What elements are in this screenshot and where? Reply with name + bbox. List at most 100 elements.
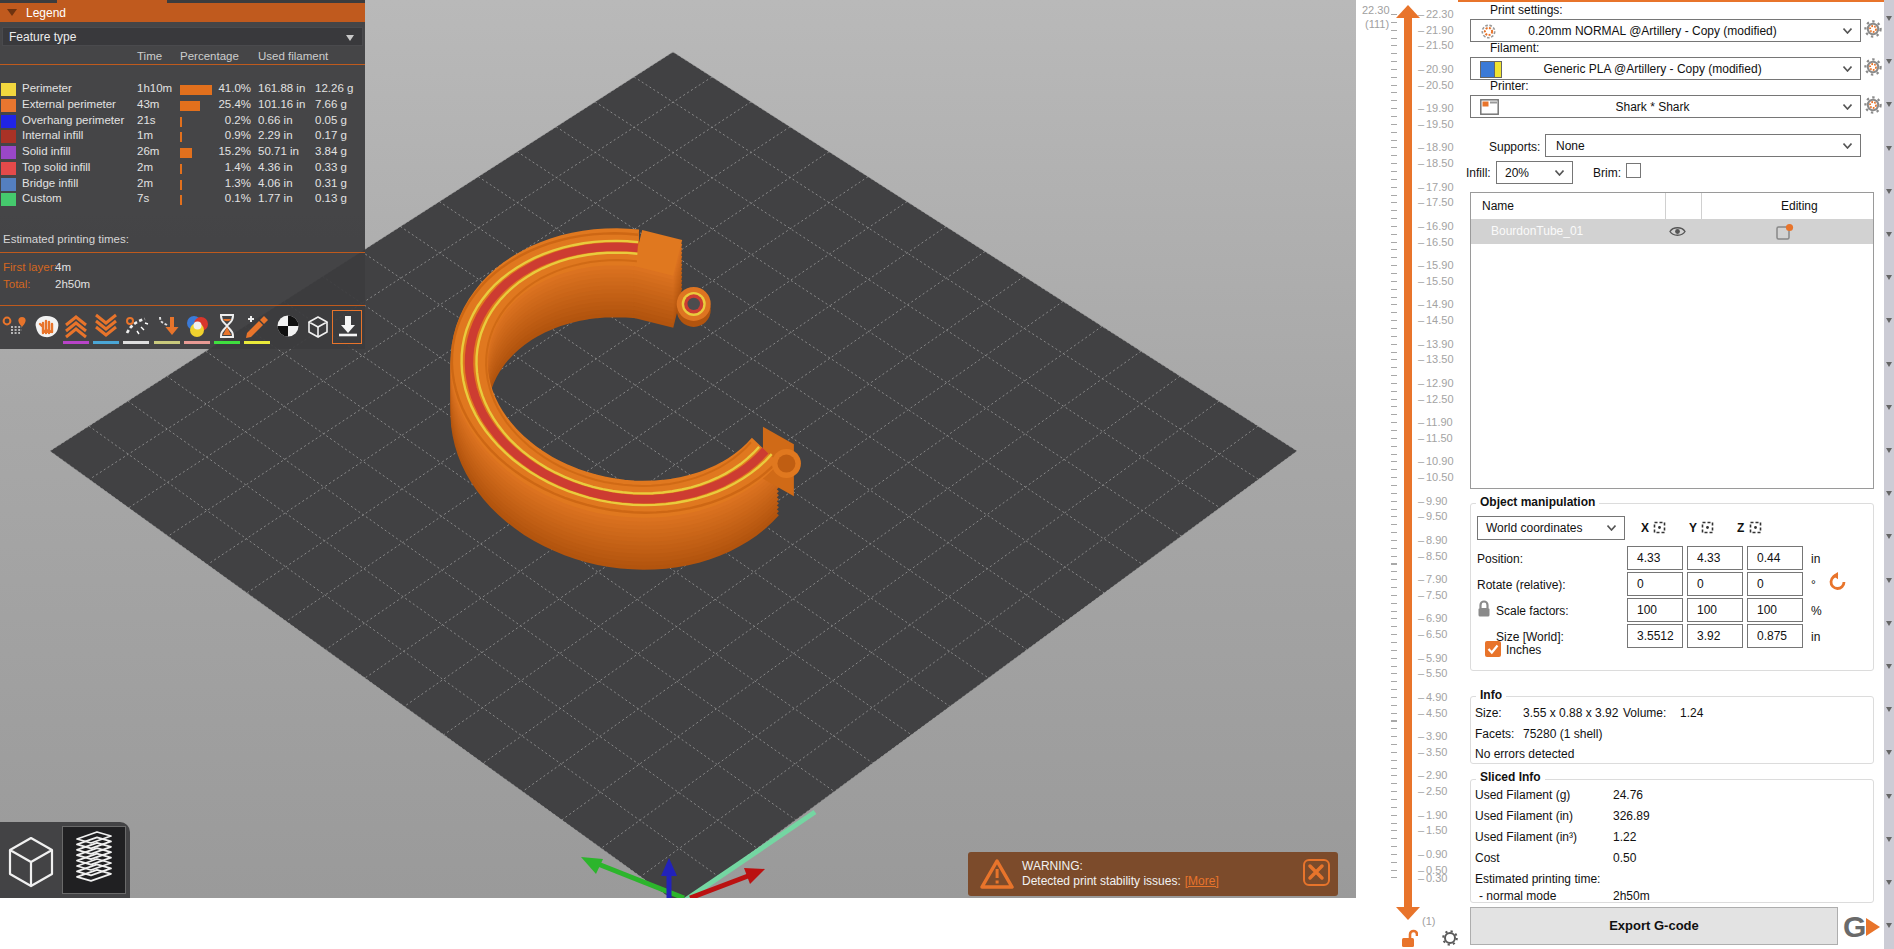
- right-scroll-strip[interactable]: [1884, 0, 1894, 949]
- warning-toast: WARNING: Detected print stability issues…: [968, 852, 1338, 896]
- custom-gcode-icon[interactable]: [244, 313, 270, 339]
- axis-z-icon[interactable]: [1749, 521, 1762, 534]
- print-head-icon[interactable]: [335, 313, 361, 339]
- warning-title: WARNING:: [1022, 859, 1083, 873]
- 3d-viewport[interactable]: WARNING: Detected print stability issues…: [0, 0, 1356, 898]
- filament-gear-icon[interactable]: [1864, 58, 1882, 76]
- supports-label: Supports:: [1489, 140, 1540, 154]
- deretractions-underline: [154, 341, 180, 344]
- scale-lock-icon[interactable]: [1477, 600, 1491, 618]
- manip-row-label: Position:: [1477, 552, 1523, 566]
- layer-slider-bar[interactable]: [1404, 14, 1412, 907]
- print-settings-gear-icon[interactable]: [1864, 20, 1882, 38]
- axis-x-icon[interactable]: [1653, 521, 1666, 534]
- layer-tick-label: –9.90: [1418, 495, 1447, 507]
- feature-percent: 0.2%: [207, 114, 251, 126]
- axis-y-header: Y: [1689, 521, 1697, 535]
- seams-up-icon[interactable]: [63, 313, 89, 339]
- feature-name: Internal infill: [22, 129, 83, 141]
- object-row[interactable]: BourdonTube_01: [1471, 219, 1873, 244]
- view-layers-button[interactable]: [62, 826, 126, 894]
- layer-tick-label: –20.50: [1418, 79, 1454, 91]
- manip-z-field[interactable]: 0.44: [1747, 546, 1803, 570]
- layer-tick-label: –1.90: [1418, 809, 1447, 821]
- manip-x-field[interactable]: 3.5512: [1627, 624, 1683, 648]
- strip-arrow-icon: [1886, 837, 1892, 842]
- manip-y-field[interactable]: 4.33: [1687, 546, 1743, 570]
- printer-dropdown[interactable]: Shark * Shark: [1470, 95, 1861, 118]
- col-name: Name: [1482, 199, 1514, 213]
- layer-tick-label: –4.50: [1418, 707, 1447, 719]
- manip-x-field[interactable]: 4.33: [1627, 546, 1683, 570]
- slider-gear-icon[interactable]: [1442, 930, 1458, 946]
- layer-tick-label: –20.90: [1418, 63, 1454, 75]
- legend-row: Bridge infill2m1.3%4.06 in0.31 g: [0, 177, 365, 192]
- errors-value: No errors detected: [1475, 747, 1574, 761]
- legend-title-bar[interactable]: Legend: [0, 3, 365, 22]
- manip-unit: in: [1811, 630, 1820, 644]
- deretractions-icon[interactable]: [154, 313, 180, 339]
- brim-checkbox[interactable]: [1626, 163, 1641, 178]
- cube-view-icon[interactable]: [305, 313, 331, 339]
- layer-tick-label: –21.90: [1418, 24, 1454, 36]
- custom-gcode-underline: [244, 341, 270, 344]
- coordinates-dropdown[interactable]: World coordinates: [1477, 516, 1625, 540]
- manip-z-field[interactable]: 100: [1747, 598, 1803, 622]
- feature-filament-in: 50.71 in: [258, 145, 299, 157]
- manip-y-field[interactable]: 100: [1687, 598, 1743, 622]
- reset-rotation-icon[interactable]: [1828, 572, 1848, 592]
- seams-down-icon[interactable]: [93, 313, 119, 339]
- supports-dropdown[interactable]: None: [1545, 134, 1861, 157]
- sliced-value: 0.50: [1613, 851, 1636, 865]
- feature-percent-bar: [180, 195, 182, 205]
- filament-dropdown[interactable]: Generic PLA @Artillery - Copy (modified): [1470, 57, 1861, 80]
- close-icon[interactable]: [1303, 859, 1330, 886]
- axis-z-header: Z: [1737, 521, 1744, 535]
- strip-arrow-icon: [1886, 664, 1892, 669]
- wipe-hand-icon[interactable]: [32, 313, 58, 339]
- center-of-gravity-icon[interactable]: [275, 313, 301, 339]
- layer-tick-label: –16.90: [1418, 220, 1454, 232]
- print-settings-dropdown[interactable]: 0.20mm NORMAL @Artillery - Copy (modifie…: [1470, 19, 1861, 42]
- lock-open-icon[interactable]: [1400, 929, 1418, 949]
- feature-filament-in: 2.29 in: [258, 129, 293, 141]
- retractions-icon[interactable]: [123, 313, 149, 339]
- layer-tick-label: –18.90: [1418, 141, 1454, 153]
- time-estimate-icon[interactable]: [214, 313, 240, 339]
- layer-tick-label: –13.90: [1418, 338, 1454, 350]
- export-gcode-button[interactable]: Export G-code: [1470, 907, 1838, 945]
- manip-z-field[interactable]: 0.875: [1747, 624, 1803, 648]
- feature-time: 21s: [137, 114, 156, 126]
- infill-dropdown[interactable]: 20%: [1496, 161, 1573, 184]
- strip-arrow-icon: [1886, 491, 1892, 496]
- col-time: Time: [137, 50, 162, 62]
- feature-type-dropdown[interactable]: Feature type: [2, 27, 363, 46]
- travel-moves-icon[interactable]: [2, 313, 28, 339]
- inches-checkbox[interactable]: [1485, 641, 1501, 657]
- sliced-label: Cost: [1475, 851, 1500, 865]
- manip-z-field[interactable]: 0: [1747, 572, 1803, 596]
- strip-arrow-icon: [1886, 794, 1892, 799]
- warning-more-link[interactable]: [More]: [1185, 874, 1219, 888]
- axis-y-icon[interactable]: [1701, 521, 1714, 534]
- feature-filament-in: 4.06 in: [258, 177, 293, 189]
- edit-object-icon[interactable]: [1776, 223, 1794, 241]
- col-used-filament: Used filament: [258, 50, 328, 62]
- layer-tick-label: –14.90: [1418, 298, 1454, 310]
- facets-value: 75280 (1 shell): [1523, 727, 1602, 741]
- eye-icon[interactable]: [1669, 225, 1686, 238]
- legend-toolbar: [0, 308, 365, 349]
- manip-y-field[interactable]: 3.92: [1687, 624, 1743, 648]
- manip-y-field[interactable]: 0: [1687, 572, 1743, 596]
- retractions-underline: [123, 341, 149, 344]
- collapse-triangle-icon: [7, 9, 17, 16]
- layer-slider-top-handle[interactable]: [1396, 5, 1420, 18]
- manip-x-field[interactable]: 0: [1627, 572, 1683, 596]
- strip-arrow-icon: [1886, 534, 1892, 539]
- manip-x-field[interactable]: 100: [1627, 598, 1683, 622]
- separator: [0, 252, 365, 253]
- printer-gear-icon[interactable]: [1864, 96, 1882, 114]
- view-3d-button[interactable]: [2, 826, 60, 894]
- tool-colors-icon[interactable]: [184, 313, 210, 339]
- layer-slider-bottom-handle[interactable]: [1396, 907, 1420, 920]
